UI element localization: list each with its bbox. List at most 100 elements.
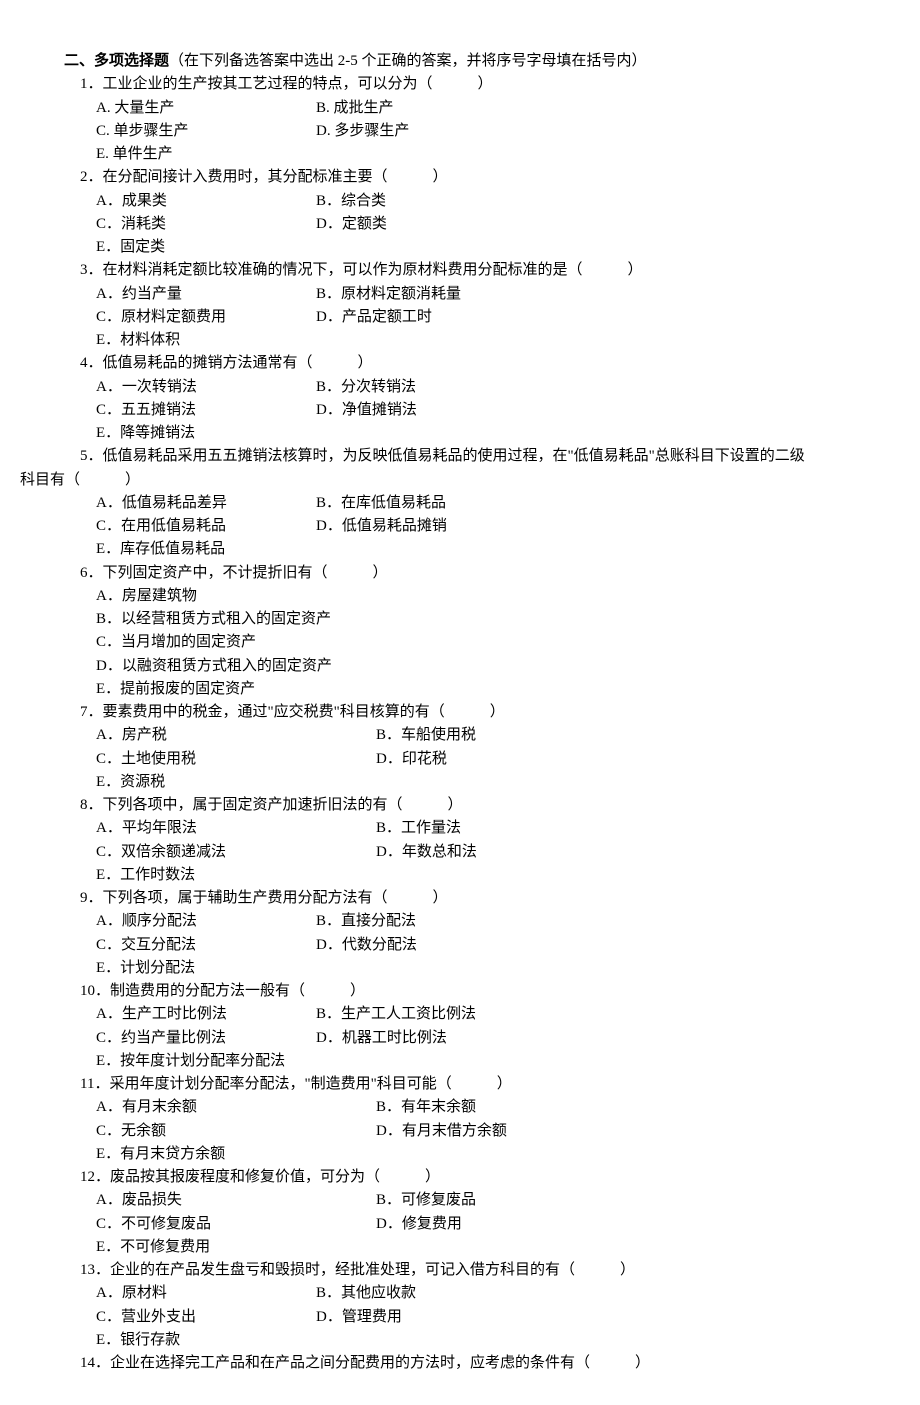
question-6: 6．下列固定资产中，不计提折旧有（ ） A．房屋建筑物 B．以经营租赁方式租入的… <box>80 562 900 702</box>
q6-opt-d: D．以融资租赁方式租入的固定资产 <box>96 655 900 678</box>
q9-row2: C．交互分配法 D．代数分配法 <box>96 934 900 957</box>
q1-opt-e: E. 单件生产 <box>96 143 173 166</box>
q5-opt-a: A．低值易耗品差异 <box>96 492 316 515</box>
q3-row2: C．原材料定额费用 D．产品定额工时 <box>96 306 900 329</box>
question-7: 7．要素费用中的税金，通过"应交税费"科目核算的有（ ） A．房产税 B．车船使… <box>80 701 900 794</box>
q8-opt-b: B．工作量法 <box>376 817 461 840</box>
q7-opt-b: B．车船使用税 <box>376 724 476 747</box>
q5-text-l2: 科目有（ ） <box>20 469 900 492</box>
q10-row3: E．按年度计划分配率分配法 <box>96 1050 900 1073</box>
q5-row2: C．在用低值易耗品 D．低值易耗品摊销 <box>96 515 900 538</box>
q12-opt-b: B．可修复废品 <box>376 1189 476 1212</box>
q11-opt-e: E．有月末贷方余额 <box>96 1143 225 1166</box>
q5-opt-c: C．在用低值易耗品 <box>96 515 316 538</box>
q8-opt-d: D．年数总和法 <box>376 841 477 864</box>
q2-row1: A．成果类 B．综合类 <box>96 190 900 213</box>
q9-opt-b: B．直接分配法 <box>316 910 416 933</box>
q1-opt-c: C. 单步骤生产 <box>96 120 316 143</box>
q4-row1: A．一次转销法 B．分次转销法 <box>96 376 900 399</box>
q5-row3: E．库存低值易耗品 <box>96 538 900 561</box>
question-4: 4．低值易耗品的摊销方法通常有（ ） A．一次转销法 B．分次转销法 C．五五摊… <box>80 352 900 445</box>
q4-opt-a: A．一次转销法 <box>96 376 316 399</box>
q1-row2: C. 单步骤生产 D. 多步骤生产 <box>96 120 900 143</box>
q10-text: 10．制造费用的分配方法一般有（ ） <box>80 980 900 1003</box>
q6-text: 6．下列固定资产中，不计提折旧有（ ） <box>80 562 900 585</box>
question-14: 14．企业在选择完工产品和在产品之间分配费用的方法时，应考虑的条件有（ ） <box>80 1352 900 1375</box>
q2-opt-a: A．成果类 <box>96 190 316 213</box>
q13-opt-d: D．管理费用 <box>316 1306 402 1329</box>
q3-opt-b: B．原材料定额消耗量 <box>316 283 461 306</box>
q12-text: 12．废品按其报废程度和修复价值，可分为（ ） <box>80 1166 900 1189</box>
q2-text: 2．在分配间接计入费用时，其分配标准主要（ ） <box>80 166 900 189</box>
q6-opt-e: E．提前报废的固定资产 <box>96 678 900 701</box>
question-5: 5．低值易耗品采用五五摊销法核算时，为反映低值易耗品的使用过程，在"低值易耗品"… <box>80 445 900 468</box>
q7-row1: A．房产税 B．车船使用税 <box>96 724 900 747</box>
q9-opt-a: A．顺序分配法 <box>96 910 316 933</box>
q11-row2: C．无余额 D．有月末借方余额 <box>96 1120 900 1143</box>
q1-opt-a: A. 大量生产 <box>96 97 316 120</box>
q4-opt-c: C．五五摊销法 <box>96 399 316 422</box>
q13-opt-b: B．其他应收款 <box>316 1282 416 1305</box>
q11-opt-d: D．有月末借方余额 <box>376 1120 507 1143</box>
question-11: 11．采用年度计划分配率分配法，"制造费用"科目可能（ ） A．有月末余额 B．… <box>80 1073 900 1166</box>
q13-row1: A．原材料 B．其他应收款 <box>96 1282 900 1305</box>
q5-row1: A．低值易耗品差异 B．在库低值易耗品 <box>96 492 900 515</box>
q11-opt-b: B．有年末余额 <box>376 1096 476 1119</box>
q13-row3: E．银行存款 <box>96 1329 900 1352</box>
question-1: 1．工业企业的生产按其工艺过程的特点，可以分为（ ） A. 大量生产 B. 成批… <box>80 73 900 166</box>
q7-row2: C．土地使用税 D．印花税 <box>96 748 900 771</box>
q5-opt-d: D．低值易耗品摊销 <box>316 515 447 538</box>
q11-row1: A．有月末余额 B．有年末余额 <box>96 1096 900 1119</box>
q7-opt-e: E．资源税 <box>96 771 165 794</box>
q13-row2: C．营业外支出 D．管理费用 <box>96 1306 900 1329</box>
q1-row1: A. 大量生产 B. 成批生产 <box>96 97 900 120</box>
q1-row3: E. 单件生产 <box>96 143 900 166</box>
q10-opt-a: A．生产工时比例法 <box>96 1003 316 1026</box>
q3-row1: A．约当产量 B．原材料定额消耗量 <box>96 283 900 306</box>
q6-opt-b: B．以经营租赁方式租入的固定资产 <box>96 608 900 631</box>
q6-opts: A．房屋建筑物 B．以经营租赁方式租入的固定资产 C．当月增加的固定资产 D．以… <box>96 585 900 701</box>
q2-opt-c: C．消耗类 <box>96 213 316 236</box>
section-heading: 二、多项选择题（在下列备选答案中选出 2-5 个正确的答案，并将序号字母填在括号… <box>64 50 900 73</box>
q7-row3: E．资源税 <box>96 771 900 794</box>
question-10: 10．制造费用的分配方法一般有（ ） A．生产工时比例法 B．生产工人工资比例法… <box>80 980 900 1073</box>
q8-opt-a: A．平均年限法 <box>96 817 376 840</box>
q2-row2: C．消耗类 D．定额类 <box>96 213 900 236</box>
q2-opt-d: D．定额类 <box>316 213 387 236</box>
section-desc: （在下列备选答案中选出 2-5 个正确的答案，并将序号字母填在括号内） <box>169 53 647 69</box>
q12-opt-c: C．不可修复废品 <box>96 1213 376 1236</box>
question-5-opts: A．低值易耗品差异 B．在库低值易耗品 C．在用低值易耗品 D．低值易耗品摊销 … <box>80 492 900 562</box>
q7-opt-d: D．印花税 <box>376 748 447 771</box>
q7-text: 7．要素费用中的税金，通过"应交税费"科目核算的有（ ） <box>80 701 900 724</box>
q5-opt-b: B．在库低值易耗品 <box>316 492 446 515</box>
question-9: 9．下列各项，属于辅助生产费用分配方法有（ ） A．顺序分配法 B．直接分配法 … <box>80 887 900 980</box>
q9-opt-c: C．交互分配法 <box>96 934 316 957</box>
question-8: 8．下列各项中，属于固定资产加速折旧法的有（ ） A．平均年限法 B．工作量法 … <box>80 794 900 887</box>
q4-row2: C．五五摊销法 D．净值摊销法 <box>96 399 900 422</box>
q9-row3: E．计划分配法 <box>96 957 900 980</box>
q6-opt-c: C．当月增加的固定资产 <box>96 631 900 654</box>
q12-opt-e: E．不可修复费用 <box>96 1236 210 1259</box>
q8-row2: C．双倍余额递减法 D．年数总和法 <box>96 841 900 864</box>
q7-opt-c: C．土地使用税 <box>96 748 376 771</box>
q9-opt-d: D．代数分配法 <box>316 934 417 957</box>
q2-opt-e: E．固定类 <box>96 236 165 259</box>
q10-opt-c: C．约当产量比例法 <box>96 1027 316 1050</box>
q3-opt-a: A．约当产量 <box>96 283 316 306</box>
q14-text: 14．企业在选择完工产品和在产品之间分配费用的方法时，应考虑的条件有（ ） <box>80 1352 900 1375</box>
q6-opt-a: A．房屋建筑物 <box>96 585 900 608</box>
q3-row3: E．材料体积 <box>96 329 900 352</box>
question-13: 13．企业的在产品发生盘亏和毁损时，经批准处理，可记入借方科目的有（ ） A．原… <box>80 1259 900 1352</box>
q3-opt-c: C．原材料定额费用 <box>96 306 316 329</box>
q12-opt-d: D．修复费用 <box>376 1213 462 1236</box>
q10-row2: C．约当产量比例法 D．机器工时比例法 <box>96 1027 900 1050</box>
section-title-text: 二、多项选择题 <box>64 53 169 69</box>
q9-opt-e: E．计划分配法 <box>96 957 195 980</box>
q13-opt-a: A．原材料 <box>96 1282 316 1305</box>
q4-opt-e: E．降等摊销法 <box>96 422 195 445</box>
q4-opt-d: D．净值摊销法 <box>316 399 417 422</box>
q12-opt-a: A．废品损失 <box>96 1189 376 1212</box>
question-2: 2．在分配间接计入费用时，其分配标准主要（ ） A．成果类 B．综合类 C．消耗… <box>80 166 900 259</box>
q13-text: 13．企业的在产品发生盘亏和毁损时，经批准处理，可记入借方科目的有（ ） <box>80 1259 900 1282</box>
q11-text: 11．采用年度计划分配率分配法，"制造费用"科目可能（ ） <box>80 1073 900 1096</box>
